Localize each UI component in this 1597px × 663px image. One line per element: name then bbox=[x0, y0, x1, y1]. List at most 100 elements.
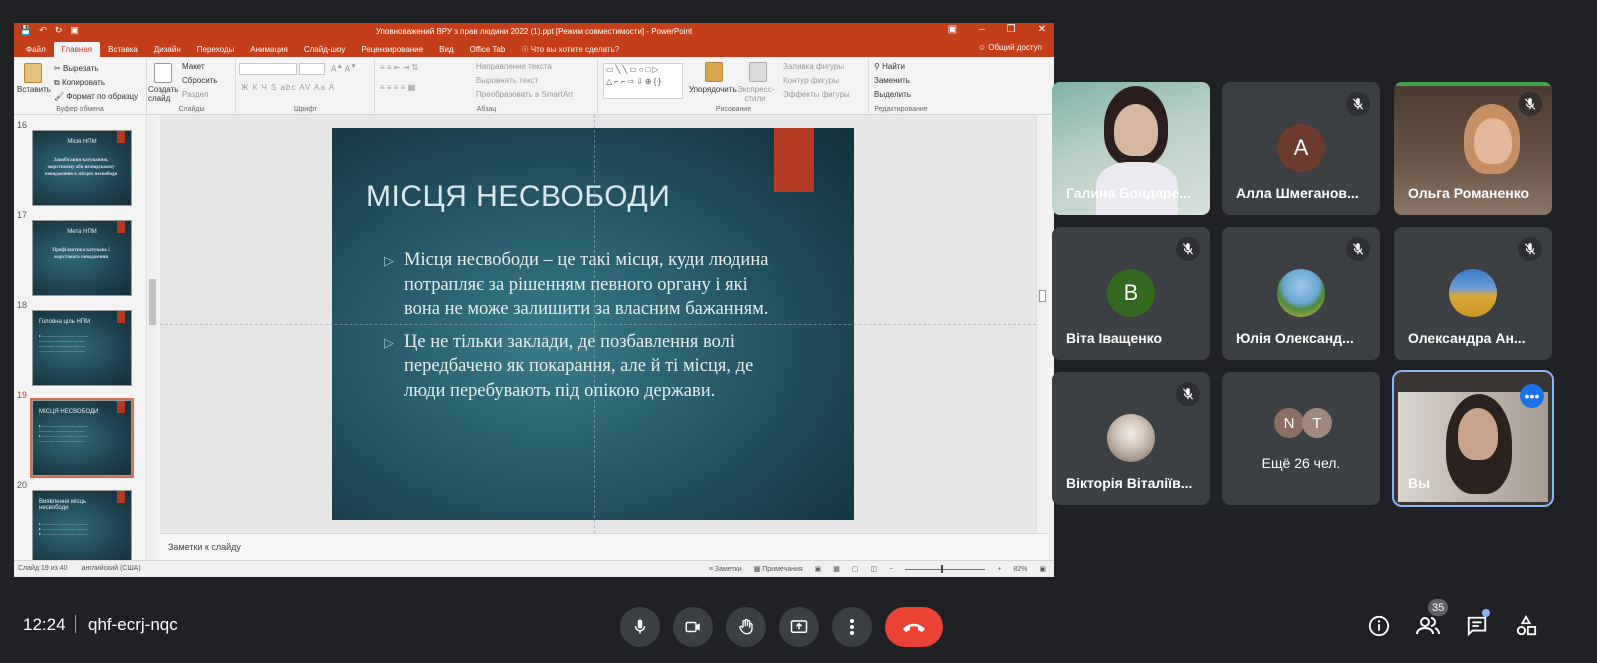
normal-view-icon[interactable]: ▣ bbox=[815, 565, 822, 573]
shape-fill-button[interactable]: Заливка фигуры bbox=[783, 62, 844, 71]
quick-styles-button[interactable]: Экспресс-стили bbox=[737, 85, 774, 103]
tab-animations[interactable]: Анимация bbox=[242, 42, 296, 57]
align-icons[interactable]: ≡ ≡ ≡ ≡ ▦ bbox=[380, 83, 415, 92]
participant-tile[interactable]: Ольга Романенко bbox=[1394, 82, 1552, 215]
participant-tile[interactable]: Юлія Олександ... bbox=[1222, 227, 1380, 360]
redo-icon[interactable]: ↻ bbox=[55, 25, 63, 36]
participant-tile[interactable]: Галина Бондаре... bbox=[1052, 82, 1210, 215]
language-indicator[interactable]: английский (США) bbox=[82, 565, 141, 572]
tab-file[interactable]: Файл bbox=[18, 42, 54, 57]
slide-thumbnail[interactable]: Головна ціль НПМ ▸ ———— ———— ——— ———— ———… bbox=[32, 310, 132, 386]
mic-button[interactable] bbox=[620, 607, 660, 647]
tab-view[interactable]: Вид bbox=[431, 42, 461, 57]
mic-off-icon bbox=[1346, 237, 1370, 261]
save-icon[interactable]: 💾 bbox=[20, 25, 31, 36]
arrange-icon[interactable] bbox=[705, 62, 723, 82]
scrollbar-thumb[interactable] bbox=[1039, 290, 1046, 302]
shapes-gallery[interactable]: ▭╲╲▭○□▷ △⌐⌐⇨⇩⊕{} bbox=[603, 63, 683, 99]
more-options-icon[interactable]: ••• bbox=[1520, 384, 1544, 408]
slide-thumbnail[interactable]: Мета НПМ Профілактика катувань і жорсток… bbox=[32, 220, 132, 296]
zoom-slider[interactable] bbox=[905, 564, 986, 573]
participant-face bbox=[1114, 104, 1158, 156]
new-slide-button[interactable]: Создать слайд bbox=[148, 85, 180, 103]
undo-icon[interactable]: ↶ bbox=[39, 25, 47, 36]
zoom-level[interactable]: 82% bbox=[1013, 566, 1027, 573]
find-button[interactable]: ⚲ Найти bbox=[874, 62, 905, 71]
section-button[interactable]: Раздел bbox=[182, 90, 208, 99]
font-size-box[interactable] bbox=[299, 63, 325, 75]
leave-call-button[interactable] bbox=[885, 607, 943, 647]
notes-toggle[interactable]: ≡ Заметки bbox=[709, 566, 742, 573]
participant-tile[interactable]: Вікторія Віталіїв... bbox=[1052, 372, 1210, 505]
tab-insert[interactable]: Вставка bbox=[100, 42, 146, 57]
participant-tile[interactable]: A Алла Шмеганов... bbox=[1222, 82, 1380, 215]
tab-transitions[interactable]: Переходы bbox=[189, 42, 243, 57]
fit-slide-icon[interactable]: ▣ bbox=[1039, 565, 1046, 573]
font-format-buttons[interactable]: Ж К Ч S abc AV Aa A bbox=[241, 83, 335, 92]
participant-tile-overflow[interactable]: N T Ещё 26 чел. bbox=[1222, 372, 1380, 505]
tab-home[interactable]: Главная bbox=[53, 42, 101, 57]
meeting-details-button[interactable] bbox=[1364, 611, 1394, 641]
slide-thumbnail[interactable]: Виявлення місць несвободи ▸ ———— ———— ——… bbox=[32, 490, 132, 560]
minimize-icon[interactable]: – bbox=[979, 24, 985, 35]
replace-button[interactable]: Заменить bbox=[874, 76, 910, 85]
participant-tile[interactable]: B Віта Іващенко bbox=[1052, 227, 1210, 360]
tab-review[interactable]: Рецензирование bbox=[353, 42, 431, 57]
paste-button[interactable]: Вставить bbox=[17, 85, 51, 94]
mic-off-icon bbox=[1518, 237, 1542, 261]
font-name-box[interactable] bbox=[239, 63, 297, 75]
slide-counter: Слайд 19 из 40 bbox=[18, 565, 68, 572]
more-options-button[interactable] bbox=[832, 607, 872, 647]
list-icons[interactable]: ≡ ≡ ⇤ ⇥ ⇅ bbox=[380, 63, 418, 72]
arrange-button[interactable]: Упорядочить bbox=[689, 85, 737, 94]
sorter-view-icon[interactable]: ▦ bbox=[833, 565, 840, 573]
activities-button[interactable] bbox=[1511, 611, 1541, 641]
format-painter-button[interactable]: 🖌 Формат по образцу bbox=[54, 92, 138, 101]
close-icon[interactable]: ✕ bbox=[1038, 24, 1046, 35]
quick-styles-icon[interactable] bbox=[749, 62, 767, 82]
camera-button[interactable] bbox=[673, 607, 713, 647]
shape-effects-button[interactable]: Эффекты фигуры bbox=[783, 90, 850, 99]
ribbon-display-icon[interactable]: ▣ bbox=[948, 24, 957, 35]
slideshow-view-icon[interactable]: ◫ bbox=[871, 565, 878, 573]
slide-title[interactable]: МІСЦЯ НЕСВОБОДИ bbox=[366, 180, 670, 214]
self-view-tile[interactable]: ••• Вы bbox=[1392, 370, 1554, 507]
canvas-scrollbar[interactable] bbox=[1036, 115, 1048, 533]
align-text-button[interactable]: Выровнять текст bbox=[476, 76, 538, 85]
slide-thumbnail-selected[interactable]: МІСЦЯ НЕСВОБОДИ ▸ ———— ———— ——— ———— ————… bbox=[30, 398, 134, 478]
cut-button[interactable]: ✂ Вырезать bbox=[54, 64, 99, 73]
thumbnails-scrollbar[interactable] bbox=[146, 115, 158, 560]
comments-toggle[interactable]: ▩ Примечания bbox=[754, 565, 803, 573]
reading-view-icon[interactable]: ▢ bbox=[852, 565, 859, 573]
slide-thumbnail[interactable]: Місія НПМ Запобігання катуванню, жорсток… bbox=[32, 130, 132, 206]
tab-office-tab[interactable]: Office Tab bbox=[462, 42, 514, 57]
window-title: Уповноважений ВРУ з прав людини 2022 (1)… bbox=[375, 27, 693, 36]
share-button[interactable]: ☺ Общий доступ bbox=[978, 43, 1042, 52]
present-screen-button[interactable] bbox=[779, 607, 819, 647]
zoom-slider-thumb[interactable] bbox=[941, 564, 944, 573]
select-button[interactable]: Выделить bbox=[874, 90, 911, 99]
zoom-out-icon[interactable]: − bbox=[889, 566, 893, 573]
convert-smartart-button[interactable]: Преобразовать в SmartArt bbox=[476, 90, 573, 99]
thumb-text-lines: ▸ ———— ———— ——— ▸ ———— ———— ——— ▸ ———— ———… bbox=[39, 521, 89, 536]
thumb-text-lines: ▸ ———— ———— ——— ———— ———— ——— ▸ ———— ———— … bbox=[39, 423, 89, 443]
scrollbar-thumb[interactable] bbox=[149, 279, 156, 325]
raise-hand-button[interactable] bbox=[726, 607, 766, 647]
restore-icon[interactable]: ❐ bbox=[1007, 24, 1016, 35]
paste-icon[interactable] bbox=[24, 63, 42, 83]
reset-button[interactable]: Сбросить bbox=[182, 76, 218, 85]
zoom-in-icon[interactable]: + bbox=[997, 566, 1001, 573]
shape-outline-button[interactable]: Контур фигуры bbox=[783, 76, 839, 85]
participant-tile[interactable]: Олександра Ан... bbox=[1394, 227, 1552, 360]
layout-button[interactable]: Макет bbox=[182, 62, 205, 71]
text-direction-button[interactable]: Направление текста bbox=[476, 62, 552, 71]
tell-me-search[interactable]: ☉ Что вы хотите сделать? bbox=[513, 42, 627, 57]
tab-design[interactable]: Дизайн bbox=[146, 42, 189, 57]
slide-bullets[interactable]: ▷ Місця несвободи – це такі місця, куди л… bbox=[384, 248, 784, 411]
notes-pane[interactable]: Заметки к слайду bbox=[160, 533, 1048, 560]
tab-slideshow[interactable]: Слайд-шоу bbox=[296, 42, 353, 57]
copy-button[interactable]: ⧉ Копировать bbox=[54, 78, 105, 88]
new-slide-icon[interactable] bbox=[154, 63, 172, 83]
present-icon[interactable]: ▣ bbox=[70, 25, 79, 36]
font-grow-icon[interactable]: A▲ A▼ bbox=[331, 63, 357, 74]
